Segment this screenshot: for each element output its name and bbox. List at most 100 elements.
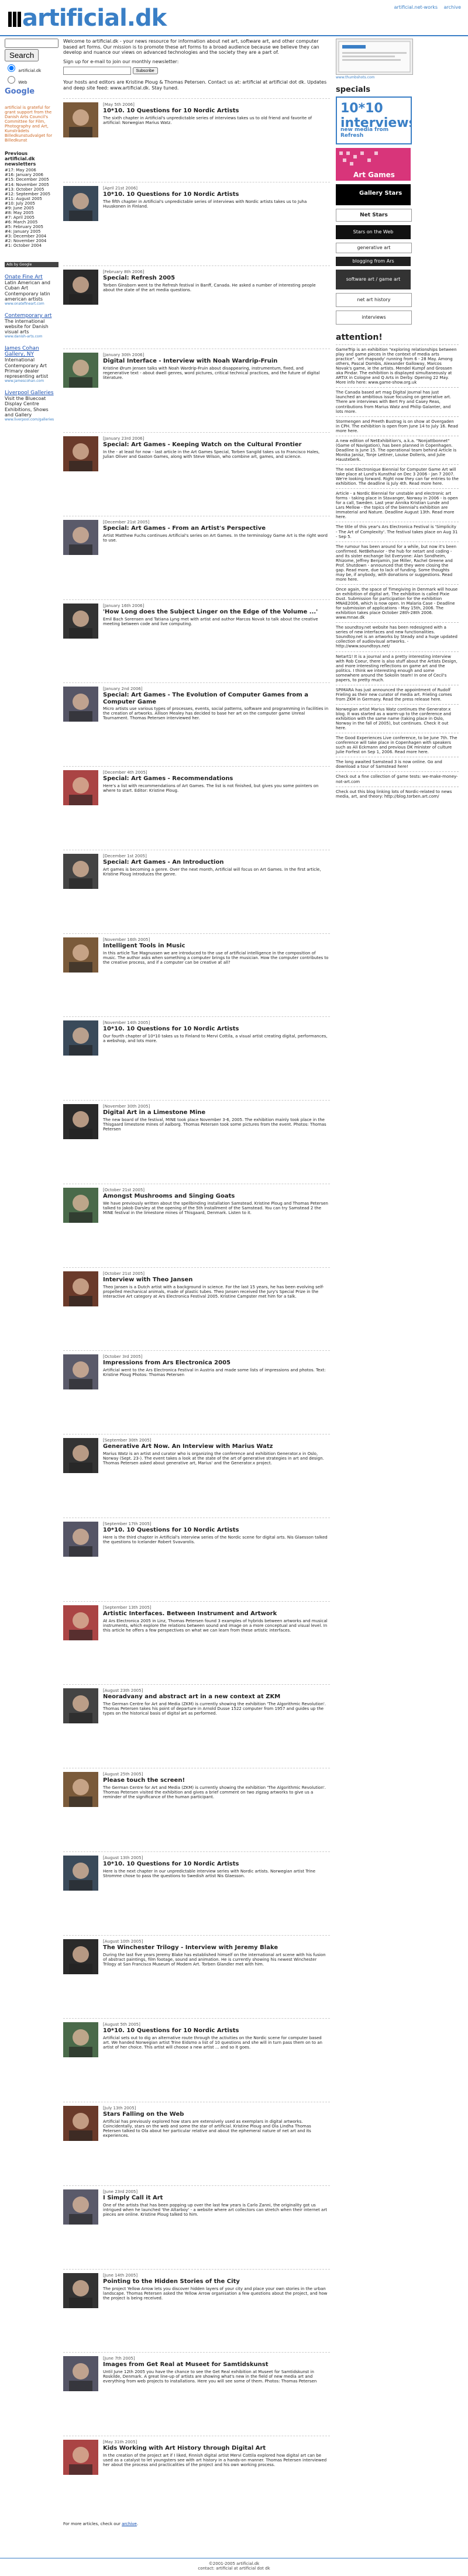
article-thumbnail[interactable] — [63, 937, 98, 973]
article-thumbnail[interactable] — [63, 854, 98, 889]
article-thumbnail[interactable] — [63, 1438, 98, 1473]
article-thumbnail[interactable] — [63, 2189, 98, 2225]
newsletter-link[interactable]: #17: May 2006 — [5, 168, 58, 173]
nav-link-archive[interactable]: archive — [444, 5, 461, 10]
article-title[interactable]: 10*10. 10 Questions for 10 Nordic Artist… — [103, 1026, 329, 1033]
article-thumbnail[interactable] — [63, 687, 98, 722]
article-title[interactable]: Generative Art Now. An Interview with Ma… — [103, 1443, 329, 1450]
article-title[interactable]: Interview with Theo Jansen — [103, 1277, 329, 1284]
article-thumbnail[interactable] — [63, 353, 98, 388]
ad-title[interactable]: Onate Fine Art — [5, 274, 58, 280]
article-title[interactable]: I Simply Call it Art — [103, 2195, 329, 2202]
article-thumbnail[interactable] — [63, 1522, 98, 1557]
article-thumbnail[interactable] — [63, 1605, 98, 1640]
article-title[interactable]: Pointing to the Hidden Stories of the Ci… — [103, 2278, 329, 2285]
archive-link[interactable]: archive — [122, 2522, 137, 2526]
newsletter-link[interactable]: #15: December 2005 — [5, 177, 58, 182]
article-title[interactable]: Artistic Interfaces. Between Instrument … — [103, 1611, 329, 1618]
special-interviews[interactable]: interviews — [336, 311, 412, 325]
newsletter-link[interactable]: #11: August 2005 — [5, 196, 58, 201]
search-button[interactable]: Search — [5, 49, 39, 61]
special-net-stars[interactable]: Net Stars — [336, 209, 412, 222]
article-title[interactable]: 10*10. 10 Questions for 10 Nordic Artist… — [103, 1527, 329, 1534]
article-thumbnail[interactable] — [63, 2022, 98, 2057]
article-thumbnail[interactable] — [63, 186, 98, 221]
ads-title[interactable]: Ads by Google — [5, 262, 58, 268]
article-thumbnail[interactable] — [63, 1354, 98, 1389]
ad-title[interactable]: James Cohan Gallery, NY — [5, 346, 58, 357]
article-thumbnail[interactable] — [63, 1271, 98, 1306]
article-thumbnail[interactable] — [63, 270, 98, 305]
article-thumbnail[interactable] — [63, 1939, 98, 1974]
newsletter-link[interactable]: #14: November 2005 — [5, 182, 58, 187]
article-title[interactable]: 10*10. 10 Questions for 10 Nordic Artist… — [103, 2027, 329, 2034]
article-title[interactable]: Please touch the screen! — [103, 1777, 329, 1784]
ad-item[interactable]: Onate Fine Art Latin American and Cuban A… — [5, 274, 58, 306]
article-thumbnail[interactable] — [63, 604, 98, 639]
article-title[interactable]: Special: Art Games - An Introduction — [103, 859, 329, 866]
radio-web[interactable] — [8, 76, 15, 84]
special-blogging-ars[interactable]: blogging from Ars — [336, 257, 411, 266]
article-title[interactable]: Special: Art Games - The Evolution of Co… — [103, 692, 329, 705]
newsletter-link[interactable]: #16: January 2006 — [5, 173, 58, 177]
article-thumbnail[interactable] — [63, 1188, 98, 1223]
ad-item[interactable]: Contemporary art The international websit… — [5, 313, 58, 339]
article-title[interactable]: Digital Interface - Interview with Noah … — [103, 358, 329, 365]
email-field[interactable] — [63, 67, 131, 75]
article-title[interactable]: Digital Art in a Limestone Mine — [103, 1109, 329, 1116]
site-logo[interactable]: artificial.dk — [8, 5, 167, 32]
newsletter-link[interactable]: #3: December 2004 — [5, 234, 58, 239]
article-title[interactable]: Amongst Mushrooms and Singing Goats — [103, 1193, 329, 1200]
article-title[interactable]: 10*10. 10 Questions for 10 Nordic Artist… — [103, 191, 329, 198]
article-title[interactable]: 10*10. 10 Questions for 10 Nordic Artist… — [103, 108, 329, 115]
newsletter-link[interactable]: #5: February 2005 — [5, 225, 58, 229]
newsletter-link[interactable]: #10: July 2005 — [5, 201, 58, 206]
article-thumbnail[interactable] — [63, 2440, 98, 2475]
newsletter-link[interactable]: #1: October 2004 — [5, 243, 58, 248]
ad-item[interactable]: Liverpool Galleries Visit the Bluecoat Di… — [5, 390, 58, 422]
article-thumbnail[interactable] — [63, 520, 98, 555]
search-input[interactable] — [5, 39, 58, 48]
article-title[interactable]: Special: Art Games - Recommendations — [103, 775, 329, 782]
thumbshot-image[interactable] — [336, 39, 413, 75]
newsletter-link[interactable]: #13: October 2005 — [5, 187, 58, 192]
ad-item[interactable]: James Cohan Gallery, NY International Con… — [5, 346, 58, 383]
article-title[interactable]: 10*10. 10 Questions for 10 Nordic Artist… — [103, 1861, 329, 1868]
article-title[interactable]: Kids Working with Art History through Di… — [103, 2445, 329, 2452]
special-generative-art[interactable]: generative art — [336, 243, 412, 253]
ad-title[interactable]: Liverpool Galleries — [5, 390, 58, 396]
article-thumbnail[interactable] — [63, 2106, 98, 2141]
article-thumbnail[interactable] — [63, 1772, 98, 1807]
newsletter-link[interactable]: #12: September 2005 — [5, 192, 58, 196]
newsletter-link[interactable]: #4: January 2005 — [5, 229, 58, 234]
article-title[interactable]: The Winchester Trilogy - Interview with … — [103, 1944, 329, 1951]
article-thumbnail[interactable] — [63, 102, 98, 137]
newsletter-link[interactable]: #6: March 2005 — [5, 220, 58, 225]
newsletter-link[interactable]: #2: November 2004 — [5, 239, 58, 243]
newsletter-link[interactable]: #7: April 2005 — [5, 215, 58, 220]
special-stars-on-web[interactable]: Stars on the Web — [336, 225, 411, 239]
article-title[interactable]: Stars Falling on the Web — [103, 2111, 329, 2118]
article-thumbnail[interactable] — [63, 2356, 98, 2391]
radio-site[interactable] — [8, 64, 15, 72]
article-title[interactable]: 'How Long does the Subject Linger on the… — [103, 609, 329, 616]
article-thumbnail[interactable] — [63, 1104, 98, 1139]
subscribe-button[interactable]: Subscribe — [132, 67, 158, 75]
nav-link-networks[interactable]: artificial.net-works — [394, 5, 438, 10]
ad-title[interactable]: Contemporary art — [5, 313, 58, 319]
article-title[interactable]: Images from Get Real at Museet for Samti… — [103, 2361, 329, 2368]
newsletter-link[interactable]: #8: May 2005 — [5, 211, 58, 215]
article-thumbnail[interactable] — [63, 1688, 98, 1723]
article-title[interactable]: Impressions from Ars Electronica 2005 — [103, 1360, 329, 1367]
special-net-art-history[interactable]: net art history — [336, 293, 412, 307]
article-thumbnail[interactable] — [63, 2273, 98, 2308]
special-software-art[interactable]: software art / game art — [336, 270, 411, 289]
article-thumbnail[interactable] — [63, 436, 98, 471]
article-title[interactable]: Special: Refresh 2005 — [103, 275, 329, 282]
special-gallery-stars[interactable]: Gallery Stars — [336, 184, 411, 205]
article-title[interactable]: Special: Art Games - From an Artist's Pe… — [103, 525, 329, 532]
newsletter-link[interactable]: #9: June 2005 — [5, 206, 58, 211]
special-art-games[interactable]: Art Games — [336, 148, 411, 181]
article-thumbnail[interactable] — [63, 1856, 98, 1891]
thumbshot-caption[interactable]: www.thumbshots.com — [336, 75, 459, 80]
